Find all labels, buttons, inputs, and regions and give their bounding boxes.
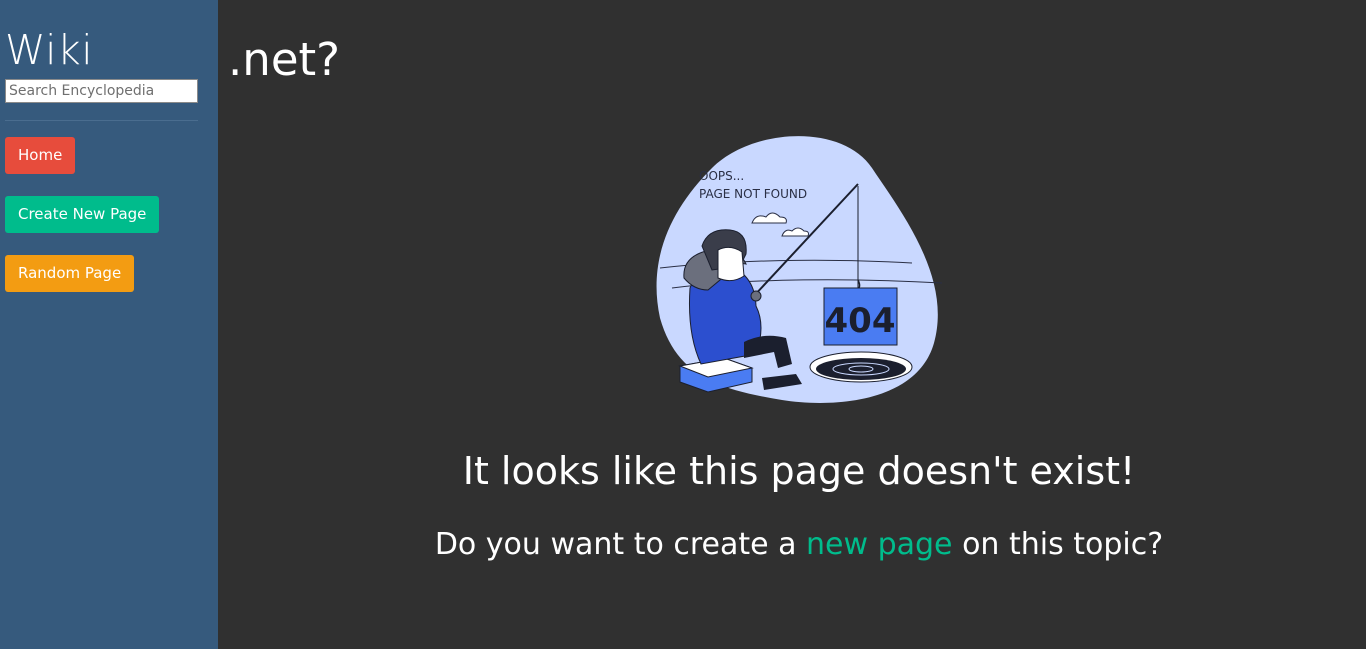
- illustration-caption-line2: PAGE NOT FOUND: [699, 187, 807, 201]
- home-button[interactable]: Home: [5, 137, 76, 174]
- face: [717, 246, 745, 282]
- not-found-headline: It looks like this page doesn't exist!: [462, 449, 1136, 493]
- create-new-page-button[interactable]: Create New Page: [5, 196, 160, 233]
- main-content: .net? OOPS... PAGE NOT FOUND 404 It look…: [218, 0, 1366, 649]
- create-prompt-before: Do you want to create a: [434, 527, 797, 562]
- illustration-caption-line1: OOPS...: [699, 169, 744, 183]
- nav-home-row: Home: [5, 121, 218, 174]
- site-brand[interactable]: Wiki: [5, 27, 218, 73]
- search-input[interactable]: [5, 79, 198, 103]
- create-prompt-after: on this topic?: [962, 527, 1164, 562]
- nav-create-row: Create New Page: [5, 174, 218, 233]
- sidebar: Wiki Home Create New Page Random Page: [0, 0, 218, 649]
- random-page-button[interactable]: Random Page: [5, 255, 135, 292]
- sign-404-text: 404: [825, 301, 896, 341]
- nav-random-row: Random Page: [5, 233, 218, 292]
- page-not-found-illustration: OOPS... PAGE NOT FOUND 404: [656, 136, 943, 403]
- new-page-link[interactable]: new page: [806, 527, 952, 562]
- create-prompt: Do you want to create a new page on this…: [218, 526, 1366, 564]
- page-title: .net?: [228, 33, 341, 86]
